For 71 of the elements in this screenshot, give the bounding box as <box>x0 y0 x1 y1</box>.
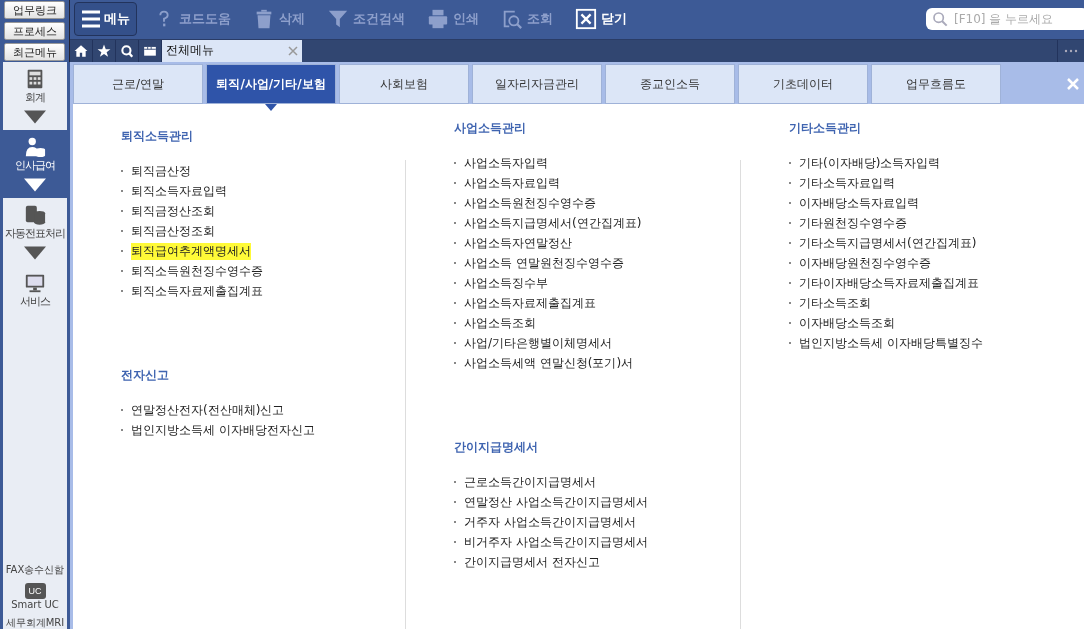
database-icon <box>24 204 46 226</box>
menu-link[interactable]: 사업소득조회 <box>464 314 536 332</box>
menu-link[interactable]: 퇴직금산정조회 <box>131 222 215 240</box>
menu-link[interactable]: 기타원천징수영수증 <box>799 214 907 232</box>
sidebar-item[interactable]: UC Smart UC <box>3 579 67 612</box>
menu-link[interactable]: 퇴직소득자료입력 <box>131 182 227 200</box>
menu-button[interactable]: 메뉴 <box>74 2 137 37</box>
menu-link[interactable]: 사업소득징수부 <box>464 274 548 292</box>
printer-icon <box>427 8 449 31</box>
menu-link[interactable]: 사업소득자료입력 <box>464 174 560 192</box>
category-tab[interactable]: 퇴직/사업/기타/보험 <box>206 64 336 104</box>
quick-link-button[interactable]: 프로세스 <box>4 22 65 40</box>
search-icon <box>932 11 948 28</box>
menu-icon <box>81 10 101 29</box>
pointer-icon <box>265 104 277 111</box>
menu-link[interactable]: 퇴직급여추계액명세서 <box>131 242 251 260</box>
menu-link[interactable]: 사업소득자입력 <box>464 154 548 172</box>
chat-bubble-icon: UC <box>24 583 46 599</box>
menu-link[interactable]: 법인지방소득세 이자배당전자신고 <box>131 421 315 439</box>
menu-link[interactable]: 간이지급명세서 전자신고 <box>464 553 600 571</box>
menu-link[interactable]: 퇴직금산정 <box>131 162 191 180</box>
menu-link[interactable]: 사업소득 연말원천징수영수증 <box>464 254 624 272</box>
section-heading: 전자신고 <box>121 367 170 384</box>
menu-link[interactable]: 법인지방소득세 이자배당특별징수 <box>799 334 983 352</box>
search-document-icon <box>501 8 523 31</box>
category-tab[interactable]: 기초데이터 <box>738 64 868 104</box>
sidebar-item[interactable]: 서비스 <box>3 266 67 311</box>
person-icon <box>24 136 46 158</box>
sidebar-item[interactable]: 자동전표처리 <box>3 198 67 266</box>
menu-link[interactable]: 사업소득자료제출집계표 <box>464 294 596 312</box>
menu-link[interactable]: 근로소득간이지급명세서 <box>464 473 596 491</box>
menu-link[interactable]: 이자배당소득자료입력 <box>799 194 919 212</box>
menu-link[interactable]: 퇴직소득원천징수영수증 <box>131 262 263 280</box>
sidebar-item[interactable]: 인사급여 <box>3 130 67 198</box>
menu-link[interactable]: 거주자 사업소득간이지급명세서 <box>464 513 636 531</box>
category-tab[interactable]: 근로/연말 <box>73 64 203 104</box>
section-heading: 퇴직소득관리 <box>121 128 194 145</box>
menu-link[interactable]: 사업소득지급명세서(연간집계표) <box>464 214 642 232</box>
menu-link[interactable]: 퇴직소득자료제출집계표 <box>131 282 263 300</box>
menu-link[interactable]: 사업소득세액 연말신청(포기)서 <box>464 354 634 372</box>
section-heading: 사업소득관리 <box>454 120 527 137</box>
menu-link[interactable]: 기타소득지급명세서(연간집계표) <box>799 234 977 252</box>
section-heading: 간이지급명세서 <box>454 439 539 456</box>
menu-link[interactable]: 연말정산전자(전산매체)신고 <box>131 401 285 419</box>
menu-link[interactable]: 기타소득조회 <box>799 294 871 312</box>
category-tab[interactable]: 일자리자금관리 <box>472 64 602 104</box>
menu-link[interactable]: 퇴직금정산조회 <box>131 202 215 220</box>
menu-link[interactable]: 비거주자 사업소득간이지급명세서 <box>464 533 648 551</box>
menu-link[interactable]: 이자배당원천징수영수증 <box>799 254 931 272</box>
toolbar-button[interactable]: 닫기 <box>569 8 633 31</box>
close-icon <box>575 8 597 31</box>
menu-link[interactable]: 기타(이자배당)소득자입력 <box>799 154 941 172</box>
search-field[interactable]: [F10] 을 누르세요 <box>926 8 1084 31</box>
category-tab[interactable]: 종교인소득 <box>605 64 735 104</box>
sidebar-item[interactable]: 회계 <box>3 62 67 130</box>
menu-link[interactable]: 사업소득원천징수영수증 <box>464 194 596 212</box>
menu-link[interactable]: 이자배당소득조회 <box>799 314 895 332</box>
menu-link[interactable]: 기타소득자료입력 <box>799 174 895 192</box>
menu-link[interactable]: 사업소득자연말정산 <box>464 234 572 252</box>
menu-link[interactable]: 사업/기타은행별이체명세서 <box>464 334 613 352</box>
menu-link[interactable]: 연말정산 사업소득간이지급명세서 <box>464 493 648 511</box>
category-tab[interactable]: 사회보험 <box>339 64 469 104</box>
sidebar-item[interactable]: 세무회계MRI <box>3 612 67 629</box>
monitor-icon <box>24 272 46 294</box>
document-tab[interactable]: 전체메뉴 <box>162 39 302 62</box>
section-heading: 기타소득관리 <box>789 120 862 137</box>
category-tab[interactable]: 업무흐름도 <box>871 64 1001 104</box>
quick-link-button[interactable]: 최근메뉴 <box>4 43 65 61</box>
sidebar-item[interactable]: FAX송수신함 <box>3 559 67 579</box>
quick-link-button[interactable]: 업무링크 <box>4 1 65 19</box>
menu-link[interactable]: 기타이자배당소득자료제출집계표 <box>799 274 979 292</box>
